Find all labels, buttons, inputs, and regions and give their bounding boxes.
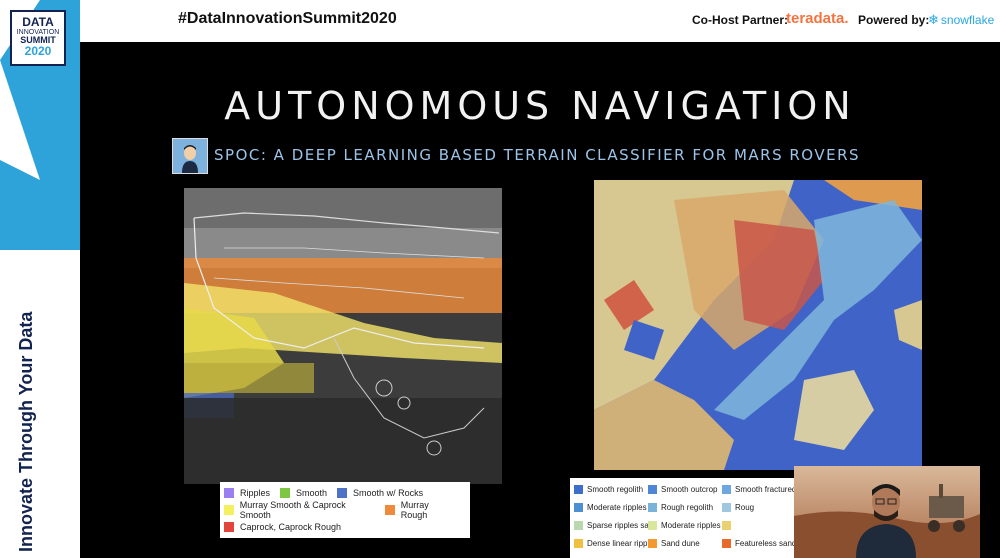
legend-swatch <box>224 504 234 515</box>
terrain-classification-image <box>184 188 502 484</box>
legend-item: Featureless sand <box>722 538 796 548</box>
spock-avatar-icon <box>172 138 208 174</box>
legend-item: Ripples <box>224 487 270 498</box>
legend-row: Moderate ripples firm substrate Rough re… <box>574 498 796 516</box>
legend-swatch <box>574 538 583 548</box>
legend-row: Dense linear ripples Sand dune Featurele… <box>574 534 796 552</box>
snowflake-logo: ❄ snowflake <box>928 12 995 27</box>
legend-item: Smooth <box>280 487 327 498</box>
legend-item: Murray Smooth & Caprock Smooth <box>224 500 375 520</box>
snowflake-icon: ❄ <box>928 12 939 27</box>
legend-item: Sparse ripples sandy substrate <box>574 520 648 530</box>
legend-swatch <box>648 484 657 494</box>
legend-item: Caprock, Caprock Rough <box>224 521 341 532</box>
powered-label: Powered by: <box>858 13 930 27</box>
legend-swatch <box>574 520 583 530</box>
legend-item: Smooth outcrop <box>648 484 722 494</box>
legend-swatch <box>280 487 291 498</box>
legend-right: Smooth regolith Smooth outcrop Smooth fr… <box>570 478 800 558</box>
legend-swatch <box>722 538 731 548</box>
legend-swatch <box>648 520 657 530</box>
summit-logo: DATA INNOVATION SUMMIT 2020 <box>10 10 66 66</box>
event-hashtag: #DataInnovationSummit2020 <box>178 10 397 27</box>
legend-item: Smooth fractured ou <box>722 484 796 494</box>
presenter-webcam[interactable] <box>794 466 980 558</box>
legend-item <box>722 520 796 530</box>
legend-item: Rough regolith <box>648 502 722 512</box>
legend-swatch <box>574 502 583 512</box>
legend-item: Sand dune <box>648 538 722 548</box>
legend-swatch <box>224 521 234 532</box>
legend-row: Murray Smooth & Caprock Smooth Murray Ro… <box>224 500 466 520</box>
legend-swatch <box>224 487 234 498</box>
tagline-vertical: Innovate Through Your Data <box>16 311 36 552</box>
legend-swatch <box>722 520 731 530</box>
presentation-slide: AUTONOMOUS NAVIGATION SPOC: A DEEP LEARN… <box>80 42 1000 558</box>
legend-item: Roug <box>722 502 796 512</box>
legend-swatch <box>722 484 731 494</box>
legend-row: Smooth regolith Smooth outcrop Smooth fr… <box>574 480 796 498</box>
legend-swatch <box>648 502 657 512</box>
slide-subtitle: SPOC: A DEEP LEARNING BASED TERRAIN CLAS… <box>214 146 861 164</box>
legend-swatch <box>337 487 348 498</box>
slide-title: AUTONOMOUS NAVIGATION <box>224 84 856 128</box>
brand-strip-bottom <box>0 250 80 558</box>
legend-row: Caprock, Caprock Rough <box>224 518 466 535</box>
legend-swatch <box>722 502 731 512</box>
legend-swatch <box>574 484 583 494</box>
legend-item: Moderate ripples firm substrate <box>574 502 648 512</box>
legend-swatch <box>385 504 395 515</box>
legend-row: Ripples Smooth Smooth w/ Rocks <box>224 484 466 501</box>
legend-item: Smooth regolith <box>574 484 648 494</box>
legend-item: Moderate ripples sandy subs <box>648 520 722 530</box>
terrain-map-image <box>594 180 922 470</box>
legend-item: Murray Rough <box>385 500 456 520</box>
legend-row: Sparse ripples sandy substrate Moderate … <box>574 516 796 534</box>
legend-left: Ripples Smooth Smooth w/ Rocks Murray Sm… <box>220 482 470 538</box>
cohost-label: Co-Host Partner: <box>692 13 789 27</box>
legend-item: Smooth w/ Rocks <box>337 487 423 498</box>
teradata-logo: teradata. <box>786 10 849 27</box>
legend-item: Dense linear ripples <box>574 538 648 548</box>
legend-swatch <box>648 538 657 548</box>
conference-frame: DATA INNOVATION SUMMIT 2020 Innovate Thr… <box>0 0 1000 558</box>
